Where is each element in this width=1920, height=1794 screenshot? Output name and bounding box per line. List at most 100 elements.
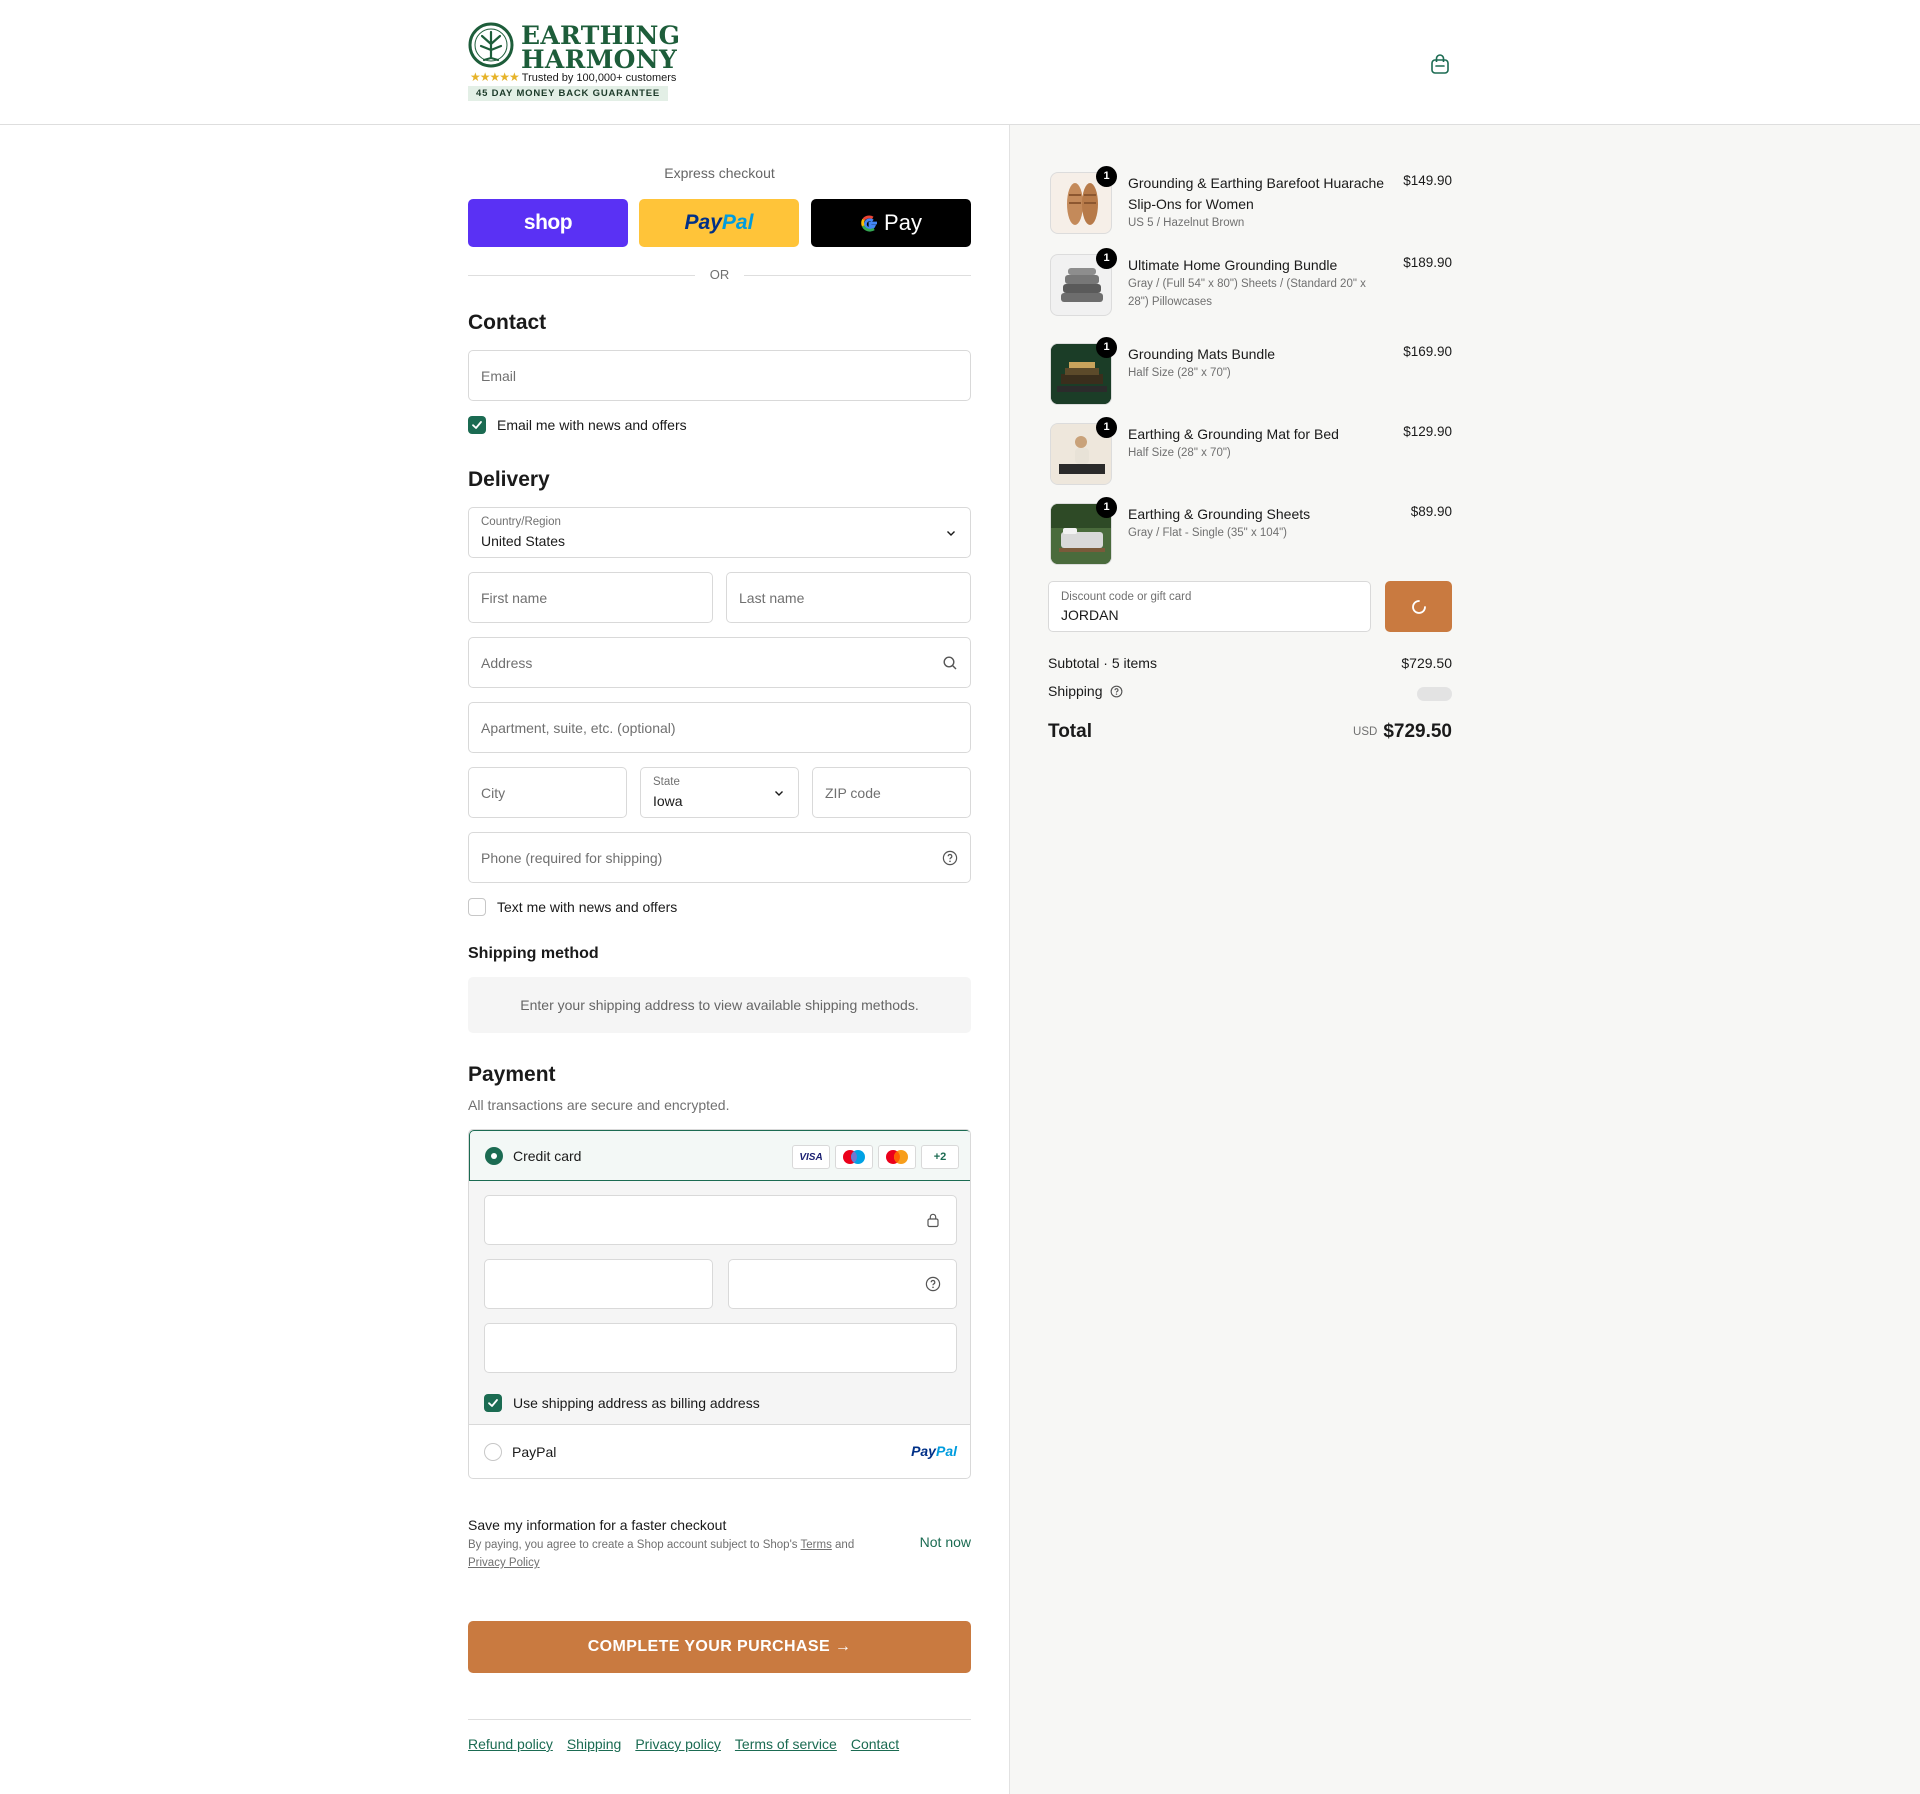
checkbox-unchecked[interactable] xyxy=(468,898,486,916)
first-name-field[interactable]: First name xyxy=(468,572,713,623)
total-value: $729.50 xyxy=(1383,721,1452,742)
total-label: Total xyxy=(1048,721,1092,742)
name-on-card-field[interactable] xyxy=(484,1323,957,1373)
complete-purchase-button[interactable]: COMPLETE YOUR PURCHASE → xyxy=(468,1621,971,1673)
shop-pay-button[interactable]: shop xyxy=(468,199,628,247)
item-name: Grounding & Earthing Barefoot Huarache S… xyxy=(1128,175,1385,212)
item-variant: Gray / (Full 54" x 80") Sheets / (Standa… xyxy=(1128,278,1366,308)
discount-label: Discount code or gift card xyxy=(1061,591,1192,603)
total-amount: USD $729.50 xyxy=(1353,721,1452,743)
address-placeholder: Address xyxy=(481,655,533,671)
country-label: Country/Region xyxy=(481,516,561,528)
brand-logo[interactable]: EARTHING HARMONY ★★★★★ Trusted by 100,000… xyxy=(468,20,680,104)
quantity-badge: 1 xyxy=(1096,417,1117,438)
payment-methods: Credit card VISA +2 Use shipping address… xyxy=(468,1129,971,1479)
tree-logo-icon xyxy=(468,22,514,68)
terms-link[interactable]: Terms xyxy=(801,1539,832,1551)
privacy-policy-link[interactable]: Privacy Policy xyxy=(468,1557,540,1569)
zip-field[interactable]: ZIP code xyxy=(812,767,971,818)
country-value: United States xyxy=(481,533,566,549)
google-g-icon xyxy=(861,215,878,232)
apartment-field[interactable]: Apartment, suite, etc. (optional) xyxy=(468,702,971,753)
terms-of-service-link[interactable]: Terms of service xyxy=(735,1736,837,1752)
shipping-link[interactable]: Shipping xyxy=(567,1736,622,1752)
credit-card-label: Credit card xyxy=(513,1148,582,1164)
discount-code-field[interactable]: Discount code or gift card JORDAN xyxy=(1048,581,1371,632)
visa-icon: VISA xyxy=(792,1145,830,1169)
subtotal-value: $729.50 xyxy=(1401,655,1452,671)
billing-address-checkbox[interactable]: Use shipping address as billing address xyxy=(484,1393,760,1413)
email-placeholder: Email xyxy=(481,368,517,384)
item-variant: Gray / Flat - Single (35" x 104") xyxy=(1128,527,1288,539)
quantity-badge: 1 xyxy=(1096,248,1117,269)
credit-card-option[interactable]: Credit card VISA +2 xyxy=(469,1130,970,1181)
quantity-badge: 1 xyxy=(1096,166,1117,187)
paypal-logo: PayPal xyxy=(684,211,754,234)
apartment-placeholder: Apartment, suite, etc. (optional) xyxy=(481,720,676,736)
express-checkout-label: Express checkout xyxy=(664,165,775,181)
email-news-checkbox[interactable]: Email me with news and offers xyxy=(468,415,687,435)
address-field[interactable]: Address xyxy=(468,637,971,688)
mastercard-icon xyxy=(878,1145,916,1169)
first-name-placeholder: First name xyxy=(481,590,548,606)
state-select[interactable]: State Iowa xyxy=(640,767,799,818)
google-pay-label: Pay xyxy=(884,210,922,235)
expiration-field[interactable] xyxy=(484,1259,713,1309)
footer-links: Refund policy Shipping Privacy policy Te… xyxy=(468,1736,899,1752)
item-variant: Half Size (28" x 70") xyxy=(1128,447,1231,459)
privacy-policy-link[interactable]: Privacy policy xyxy=(635,1736,721,1752)
item-price: $189.90 xyxy=(1403,255,1452,270)
last-name-field[interactable]: Last name xyxy=(726,572,971,623)
refund-policy-link[interactable]: Refund policy xyxy=(468,1736,553,1752)
security-code-field[interactable] xyxy=(728,1259,957,1309)
email-field[interactable]: Email xyxy=(468,350,971,401)
zip-placeholder: ZIP code xyxy=(825,785,881,801)
shipping-row: Shipping xyxy=(1048,683,1452,701)
contact-link[interactable]: Contact xyxy=(851,1736,899,1752)
city-placeholder: City xyxy=(481,785,506,801)
payment-title: Payment xyxy=(468,1063,556,1086)
checkbox-checked[interactable] xyxy=(484,1394,502,1412)
shipping-method-message: Enter your shipping address to view avai… xyxy=(468,977,971,1033)
currency-code: USD xyxy=(1353,726,1378,738)
question-circle-icon[interactable] xyxy=(942,850,958,866)
question-circle-icon[interactable] xyxy=(1110,685,1123,698)
sms-news-checkbox[interactable]: Text me with news and offers xyxy=(468,897,677,917)
paypal-express-button[interactable]: PayPal xyxy=(639,199,799,247)
country-select[interactable]: Country/Region United States xyxy=(468,507,971,558)
question-circle-icon[interactable] xyxy=(925,1276,941,1292)
item-variant: US 5 / Hazelnut Brown xyxy=(1128,217,1245,229)
shipping-loading-placeholder xyxy=(1417,687,1452,701)
lock-icon xyxy=(927,1213,939,1228)
item-price: $149.90 xyxy=(1403,173,1452,188)
item-variant: Half Size (28" x 70") xyxy=(1128,367,1231,379)
paypal-radio[interactable] xyxy=(484,1443,502,1461)
guarantee-badge: 45 DAY MONEY BACK GUARANTEE xyxy=(468,86,668,101)
or-divider: OR xyxy=(468,265,971,285)
subtotal-row: Subtotal · 5 items $729.50 xyxy=(1048,655,1452,671)
chevron-down-icon xyxy=(775,791,783,796)
loading-spinner-icon xyxy=(1412,600,1426,614)
brand-name: EARTHING HARMONY xyxy=(521,21,681,74)
state-value: Iowa xyxy=(653,793,683,809)
checkmark-icon xyxy=(472,421,482,429)
checkbox-checked[interactable] xyxy=(468,416,486,434)
card-number-field[interactable] xyxy=(484,1195,957,1245)
city-field[interactable]: City xyxy=(468,767,627,818)
quantity-badge: 1 xyxy=(1096,497,1117,518)
subtotal-label: Subtotal · 5 items xyxy=(1048,655,1157,671)
credit-card-radio[interactable] xyxy=(485,1147,503,1165)
more-cards-badge[interactable]: +2 xyxy=(921,1145,959,1169)
rating-stars: ★★★★★ xyxy=(470,70,520,84)
not-now-button[interactable]: Not now xyxy=(920,1534,971,1550)
apply-discount-button[interactable] xyxy=(1385,581,1452,632)
phone-field[interactable]: Phone (required for shipping) xyxy=(468,832,971,883)
save-info-title: Save my information for a faster checkou… xyxy=(468,1517,727,1533)
shopping-bag-icon[interactable] xyxy=(1428,52,1452,76)
shipping-label: Shipping xyxy=(1048,683,1103,699)
google-pay-button[interactable]: Pay xyxy=(811,199,971,247)
save-info-text: By paying, you agree to create a Shop ac… xyxy=(468,1539,855,1569)
item-price: $129.90 xyxy=(1403,424,1452,439)
paypal-option[interactable]: PayPal PayPal xyxy=(469,1426,970,1478)
quantity-badge: 1 xyxy=(1096,337,1117,358)
